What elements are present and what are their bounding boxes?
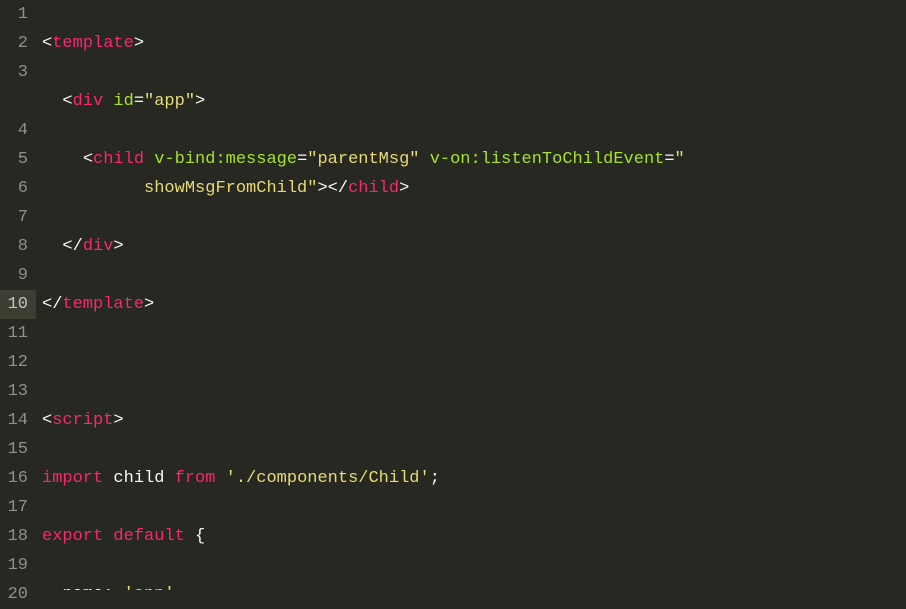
line-number: 6 bbox=[4, 174, 28, 203]
line-number: 17 bbox=[4, 493, 28, 522]
line-number: 8 bbox=[4, 232, 28, 261]
line-number: 20 bbox=[4, 580, 28, 609]
line-number: 19 bbox=[4, 551, 28, 580]
code-line[interactable]: <child v-bind:message="parentMsg" v-on:l… bbox=[42, 145, 906, 203]
line-number: 2 bbox=[4, 29, 28, 58]
line-number-gutter: 1234567891011121314151617181920 bbox=[0, 0, 36, 590]
line-number: 15 bbox=[4, 435, 28, 464]
line-number: 11 bbox=[4, 319, 28, 348]
code-line[interactable]: </template> bbox=[42, 290, 906, 319]
line-number: 10 bbox=[0, 290, 36, 319]
line-number: 14 bbox=[4, 406, 28, 435]
line-number: 16 bbox=[4, 464, 28, 493]
code-line[interactable]: export default { bbox=[42, 522, 906, 551]
code-line[interactable]: import child from './components/Child'; bbox=[42, 464, 906, 493]
code-line[interactable]: <template> bbox=[42, 29, 906, 58]
line-number: 13 bbox=[4, 377, 28, 406]
line-number: 3 bbox=[4, 58, 28, 87]
line-number: 5 bbox=[4, 145, 28, 174]
code-line[interactable]: <div id="app"> bbox=[42, 87, 906, 116]
code-area[interactable]: <template> <div id="app"> <child v-bind:… bbox=[36, 0, 906, 590]
line-number: 9 bbox=[4, 261, 28, 290]
line-number-wrap bbox=[4, 87, 28, 116]
line-number: 7 bbox=[4, 203, 28, 232]
line-number: 4 bbox=[4, 116, 28, 145]
code-line[interactable] bbox=[42, 348, 906, 377]
code-line[interactable]: </div> bbox=[42, 232, 906, 261]
code-line[interactable]: name: 'app', bbox=[42, 580, 906, 590]
code-line[interactable]: <script> bbox=[42, 406, 906, 435]
code-editor[interactable]: 1234567891011121314151617181920 <templat… bbox=[0, 0, 906, 590]
line-number: 1 bbox=[4, 0, 28, 29]
line-number: 18 bbox=[4, 522, 28, 551]
line-number: 12 bbox=[4, 348, 28, 377]
